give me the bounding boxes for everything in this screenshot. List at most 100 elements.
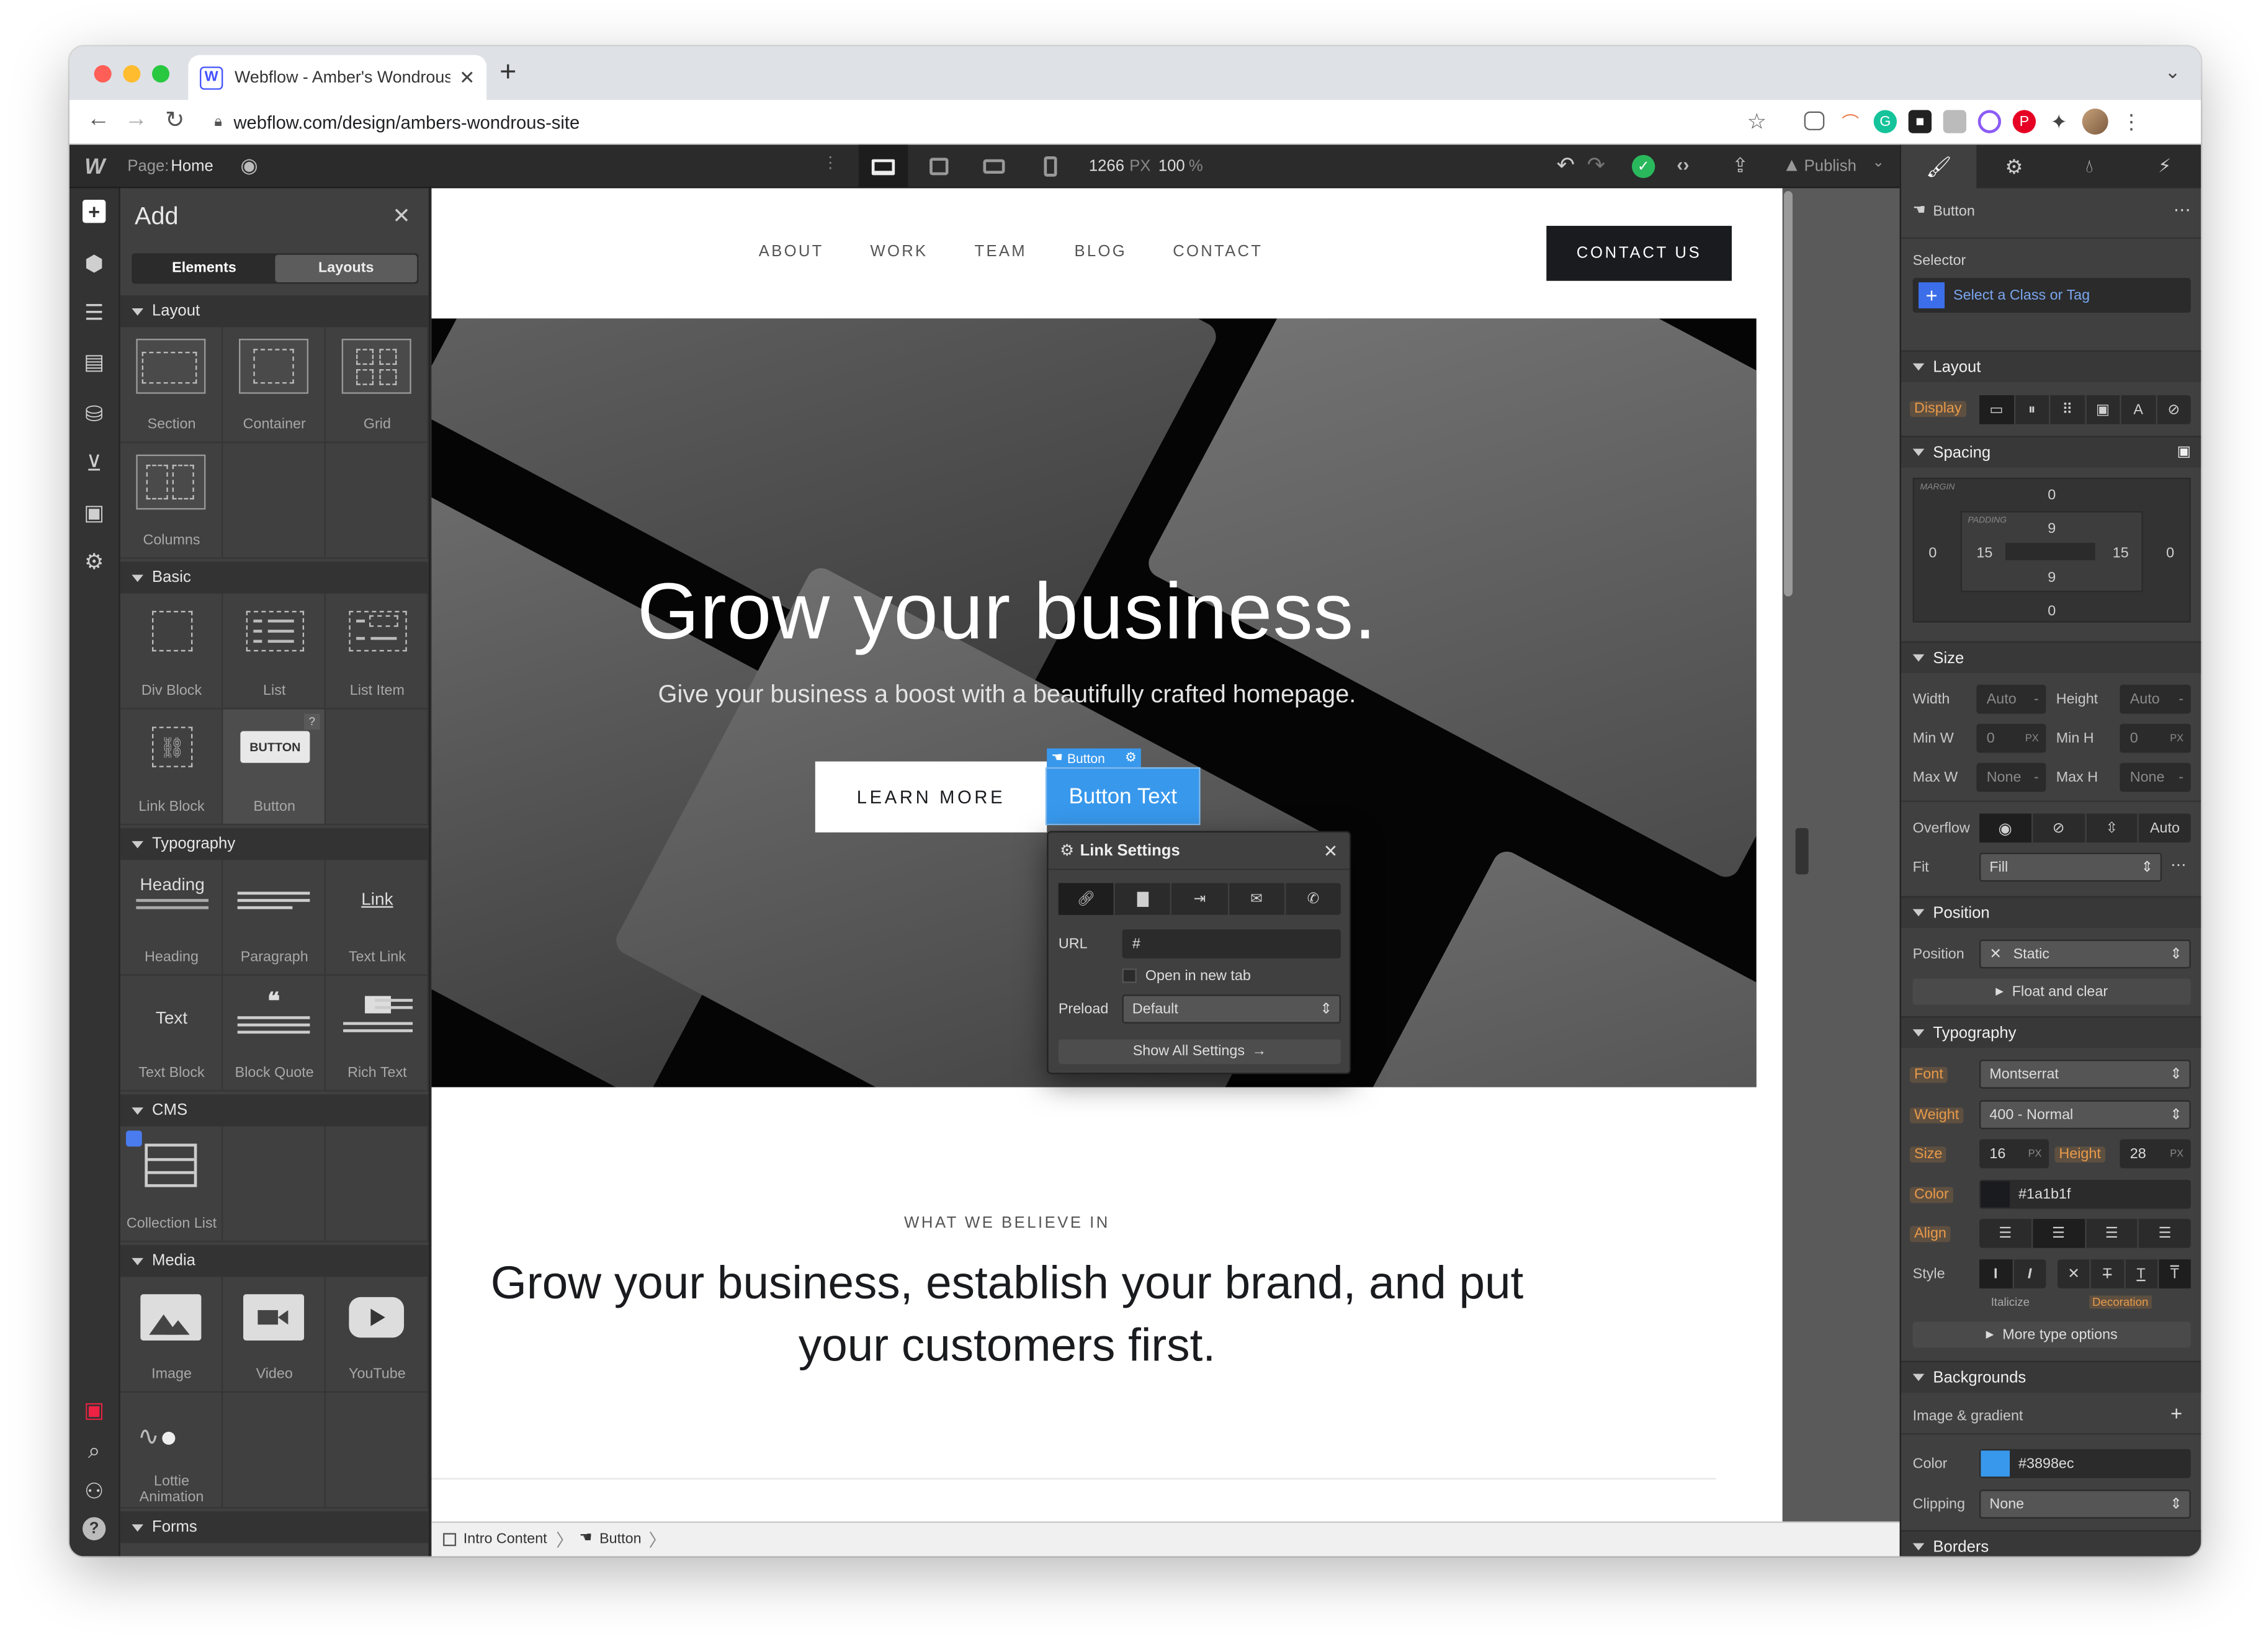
margin-top-value[interactable]: 0 [1914, 488, 2189, 504]
redo-icon[interactable]: ↷ [1587, 152, 1605, 178]
element-container[interactable]: Container [223, 327, 326, 444]
breadcrumb-intro-content[interactable]: Intro Content [464, 1532, 547, 1548]
nav-team[interactable]: TEAM [975, 243, 1027, 261]
line-height-input[interactable]: 28 PX [2120, 1139, 2191, 1169]
nav-about[interactable]: ABOUT [759, 243, 824, 261]
selected-element-tag[interactable]: ☚ Button ⚙ [1047, 748, 1141, 767]
cms-database-icon[interactable]: ⛁ [79, 400, 109, 429]
help-badge-icon[interactable]: ? [304, 713, 320, 730]
section-header-cms[interactable]: CMS [120, 1094, 429, 1127]
style-manager-drops-icon[interactable]: 💧︎ [2052, 145, 2127, 188]
tab-search-chevron-icon[interactable]: ⌄ [2165, 61, 2180, 84]
settings-gear-icon[interactable]: ⚙ [79, 547, 109, 576]
max-width-input[interactable]: None - [1976, 762, 2046, 792]
section-typography[interactable]: Typography [1901, 1016, 2201, 1048]
url-link-icon[interactable]: 🔗︎ [1058, 883, 1116, 915]
section-spacing[interactable]: Spacing ▣ [1901, 435, 2201, 468]
display-inline-icon[interactable]: A [2121, 395, 2157, 424]
back-arrow-icon[interactable]: ← [87, 107, 110, 133]
section-link-icon[interactable]: ⇥ [1172, 883, 1229, 915]
canvas-scrollbar[interactable] [1783, 191, 1793, 597]
italic-off-icon[interactable]: I [1979, 1259, 2013, 1288]
more-dots-icon[interactable]: ⋮ [822, 153, 838, 172]
help-icon[interactable]: ? [83, 1517, 106, 1540]
breadcrumb-button[interactable]: Button [599, 1532, 641, 1548]
height-input[interactable]: Auto - [2120, 684, 2191, 714]
section-header-layout[interactable]: Layout [120, 295, 429, 328]
expand-spacing-icon[interactable]: ▣ [2177, 444, 2191, 460]
element-section[interactable]: Section [120, 327, 223, 444]
browser-menu-icon[interactable]: ⋮ [2120, 109, 2143, 133]
preview-eye-icon[interactable]: ◉ [240, 153, 258, 178]
show-all-settings-button[interactable]: Show All Settings → [1058, 1039, 1341, 1065]
add-class-icon[interactable]: + [1919, 282, 1945, 309]
close-panel-icon[interactable]: ✕ [392, 203, 410, 229]
audit-users-icon[interactable]: ⚇ [79, 1476, 109, 1506]
element-heading[interactable]: Heading Heading [120, 860, 223, 976]
element-collection-list[interactable]: Collection List [120, 1126, 223, 1243]
overline-icon[interactable]: T [2158, 1259, 2191, 1288]
element-text-link[interactable]: Link Text Link [326, 860, 429, 976]
element-paragraph[interactable]: Paragraph [223, 860, 326, 976]
section-borders[interactable]: Borders [1901, 1530, 2201, 1556]
add-background-icon[interactable]: + [2170, 1401, 2182, 1424]
float-and-clear-button[interactable]: ▶ Float and clear [1912, 978, 2191, 1005]
nav-blog[interactable]: BLOG [1075, 243, 1127, 261]
page-name[interactable]: Home [171, 158, 213, 175]
margin-left-value[interactable]: 0 [1928, 546, 1937, 562]
fit-more-icon[interactable]: ⋯ [2170, 855, 2187, 874]
address-bar[interactable]: 🔒︎ webflow.com/design/ambers-wondrous-si… [202, 104, 1781, 141]
element-video[interactable]: Video [223, 1277, 326, 1393]
page-link-icon[interactable]: ▇ [1115, 883, 1172, 915]
learn-more-button[interactable]: LEARN MORE [815, 761, 1047, 833]
position-select[interactable]: ✕ Static ⇕ [1979, 939, 2191, 969]
publish-button[interactable]: Publish [1804, 158, 1856, 175]
minimize-window-button[interactable] [123, 65, 141, 83]
element-block-quote[interactable]: ❝ Block Quote [223, 975, 326, 1092]
section-header-media[interactable]: Media [120, 1244, 429, 1277]
symbols-cube-icon[interactable]: ⬢ [79, 249, 109, 278]
decoration-none-icon[interactable]: ✕ [2058, 1259, 2092, 1288]
weight-select[interactable]: 400 - Normal ⇕ [1979, 1100, 2191, 1130]
margin-bottom-value[interactable]: 0 [1914, 604, 2189, 620]
padding-top-value[interactable]: 9 [1962, 521, 2141, 537]
display-flex-icon[interactable]: ⏸︎ [2015, 395, 2051, 424]
ecommerce-cart-icon[interactable]: ⊻ [79, 449, 109, 478]
bg-color-swatch[interactable] [1981, 1450, 2010, 1477]
element-grid[interactable]: Grid [326, 327, 429, 444]
section-backgrounds[interactable]: Backgrounds [1901, 1360, 2201, 1393]
min-width-input[interactable]: 0 PX [1976, 723, 2046, 753]
forward-arrow-icon[interactable]: → [125, 107, 148, 133]
selected-button[interactable]: Button Text [1045, 767, 1201, 826]
text-color-input[interactable]: #1a1b1f [1979, 1179, 2191, 1209]
url-input[interactable]: # [1122, 929, 1341, 958]
mobile-portrait-icon[interactable] [1044, 156, 1057, 177]
align-left-icon[interactable]: ☰ [1979, 1218, 2033, 1248]
mobile-landscape-icon[interactable] [983, 159, 1005, 174]
element-lottie[interactable]: ∿ Lottie Animation [120, 1392, 223, 1509]
padding-left-value[interactable]: 15 [1976, 546, 1992, 562]
undo-icon[interactable]: ↶ [1557, 152, 1575, 178]
style-brush-icon[interactable]: 🖌︎ [1901, 145, 1977, 189]
extension-purple-icon[interactable] [1977, 110, 2002, 133]
url-text[interactable]: webflow.com/design/ambers-wondrous-site [233, 112, 580, 133]
section-header-basic[interactable]: Basic [120, 561, 429, 594]
section-header-typography[interactable]: Typography [120, 828, 429, 860]
display-grid-icon[interactable]: ⠿ [2050, 395, 2086, 424]
tablet-landscape-icon[interactable] [929, 158, 949, 176]
extension-grey-icon[interactable] [1943, 110, 1967, 133]
section-position[interactable]: Position [1901, 896, 2201, 928]
new-tab-button[interactable]: + [499, 56, 516, 90]
clipping-select[interactable]: None ⇕ [1979, 1489, 2191, 1519]
max-height-input[interactable]: None - [2120, 762, 2191, 792]
display-inline-block-icon[interactable]: ▣ [2086, 395, 2121, 424]
element-link-block[interactable]: ⛓ Link Block [120, 709, 223, 826]
min-height-input[interactable]: 0 PX [2120, 723, 2191, 753]
assets-images-icon[interactable]: ▣ [79, 498, 109, 527]
underline-icon[interactable]: T [2125, 1259, 2159, 1288]
pocket-extension-icon[interactable] [1804, 111, 1825, 131]
element-list[interactable]: List [223, 593, 326, 710]
element-list-item[interactable]: List Item [326, 593, 429, 710]
nav-contact[interactable]: CONTACT [1173, 243, 1263, 261]
align-justify-icon[interactable]: ☰ [2139, 1219, 2190, 1248]
